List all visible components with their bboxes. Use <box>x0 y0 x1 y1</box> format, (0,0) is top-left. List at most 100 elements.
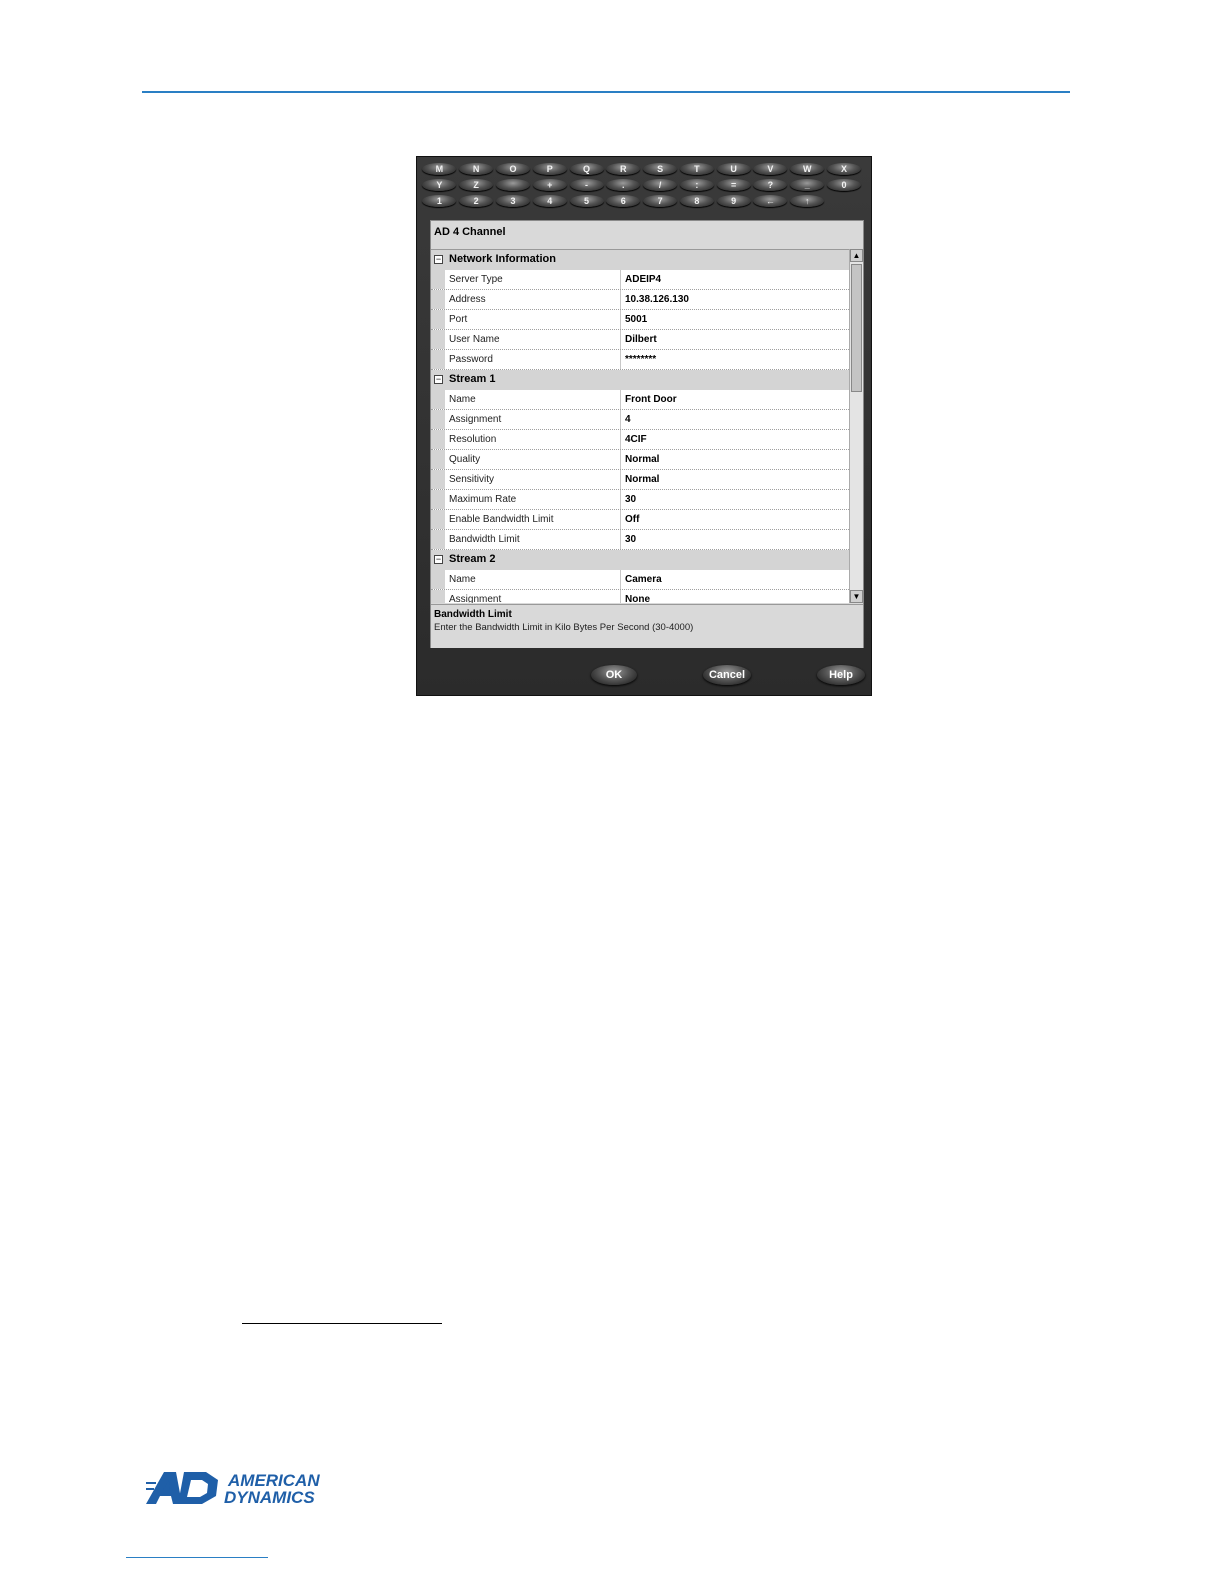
category-stream-1[interactable]: − Stream 1 <box>431 370 849 390</box>
scroll-down-icon[interactable]: ▼ <box>850 590 863 603</box>
key[interactable]: Q <box>569 163 604 175</box>
property-value[interactable]: ADEIP4 <box>621 270 849 289</box>
keyboard-row-1: M N O P Q R S T U V W X <box>421 161 869 177</box>
property-row[interactable]: Sensitivity Normal <box>431 470 849 490</box>
key[interactable]: 1 <box>422 195 457 207</box>
property-name: Address <box>445 290 621 309</box>
scroll-thumb[interactable] <box>851 264 862 392</box>
property-row[interactable]: Port 5001 <box>431 310 849 330</box>
property-row[interactable]: Name Camera <box>431 570 849 590</box>
property-value[interactable]: None <box>621 590 849 603</box>
description-title: Bandwidth Limit <box>434 609 512 620</box>
property-name: Name <box>445 390 621 409</box>
property-row[interactable]: Quality Normal <box>431 450 849 470</box>
property-row[interactable]: Bandwidth Limit 30 <box>431 530 849 550</box>
property-value[interactable]: Dilbert <box>621 330 849 349</box>
property-value[interactable]: 30 <box>621 490 849 509</box>
company-logo: AMERICAN DYNAMICS <box>146 1470 346 1507</box>
key[interactable]: R <box>606 163 641 175</box>
key[interactable]: - <box>569 179 604 191</box>
shift-key[interactable]: ↑ <box>790 195 825 207</box>
key[interactable]: _ <box>790 179 825 191</box>
row-gutter <box>431 490 445 509</box>
category-network-information[interactable]: − Network Information <box>431 250 849 270</box>
key[interactable]: X <box>826 163 861 175</box>
category-label: Stream 1 <box>449 373 496 385</box>
cancel-button[interactable]: Cancel <box>703 665 751 685</box>
key[interactable]: P <box>532 163 567 175</box>
row-gutter <box>431 390 445 409</box>
key[interactable]: . <box>606 179 641 191</box>
description-text: Enter the Bandwidth Limit in Kilo Bytes … <box>434 622 694 633</box>
key[interactable]: + <box>532 179 567 191</box>
backspace-key[interactable]: ← <box>753 195 788 207</box>
key[interactable]: N <box>459 163 494 175</box>
property-value[interactable]: Normal <box>621 450 849 469</box>
property-value[interactable]: ******** <box>621 350 849 369</box>
key[interactable]: 9 <box>716 195 751 207</box>
property-row[interactable]: Server Type ADEIP4 <box>431 270 849 290</box>
scroll-up-icon[interactable]: ▲ <box>850 249 863 262</box>
property-row[interactable]: Resolution 4CIF <box>431 430 849 450</box>
property-row[interactable]: Name Front Door <box>431 390 849 410</box>
property-row[interactable]: Enable Bandwidth Limit Off <box>431 510 849 530</box>
collapse-icon[interactable]: − <box>434 255 443 264</box>
property-name: Sensitivity <box>445 470 621 489</box>
property-row[interactable]: Assignment None <box>431 590 849 603</box>
key[interactable]: 0 <box>826 179 861 191</box>
property-row[interactable]: User Name Dilbert <box>431 330 849 350</box>
key[interactable]: 3 <box>495 195 530 207</box>
category-stream-2[interactable]: − Stream 2 <box>431 550 849 570</box>
collapse-icon[interactable]: − <box>434 375 443 384</box>
dialog-title: AD 4 Channel <box>434 226 506 238</box>
key[interactable]: ? <box>753 179 788 191</box>
key[interactable]: : <box>679 179 714 191</box>
property-name: Password <box>445 350 621 369</box>
key[interactable]: U <box>716 163 751 175</box>
help-button[interactable]: Help <box>817 665 865 685</box>
property-value[interactable]: Normal <box>621 470 849 489</box>
logo-line-2: DYNAMICS <box>224 1488 315 1506</box>
collapse-icon[interactable]: − <box>434 555 443 564</box>
key[interactable]: 6 <box>606 195 641 207</box>
key[interactable]: / <box>643 179 678 191</box>
property-value[interactable]: 4CIF <box>621 430 849 449</box>
device-dialog: M N O P Q R S T U V W X Y Z + - . / : = … <box>416 156 872 696</box>
key[interactable]: 7 <box>643 195 678 207</box>
property-name: Maximum Rate <box>445 490 621 509</box>
key[interactable]: 2 <box>459 195 494 207</box>
properties-panel: AD 4 Channel − Network Information Serve… <box>430 220 864 648</box>
property-name: Resolution <box>445 430 621 449</box>
vertical-scrollbar[interactable]: ▲ ▼ <box>849 249 863 603</box>
property-row[interactable]: Password ******** <box>431 350 849 370</box>
ok-button[interactable]: OK <box>591 665 637 685</box>
property-value[interactable]: 4 <box>621 410 849 429</box>
row-gutter <box>431 350 445 369</box>
property-row[interactable]: Assignment 4 <box>431 410 849 430</box>
key[interactable]: Y <box>422 179 457 191</box>
key[interactable]: 4 <box>532 195 567 207</box>
property-row[interactable]: Address 10.38.126.130 <box>431 290 849 310</box>
space-key[interactable] <box>495 179 530 191</box>
key[interactable]: T <box>679 163 714 175</box>
property-value[interactable]: Off <box>621 510 849 529</box>
key[interactable]: O <box>495 163 530 175</box>
key[interactable]: V <box>753 163 788 175</box>
key[interactable]: = <box>716 179 751 191</box>
property-value[interactable]: 10.38.126.130 <box>621 290 849 309</box>
property-value[interactable]: 30 <box>621 530 849 549</box>
key[interactable]: S <box>643 163 678 175</box>
key[interactable]: 8 <box>679 195 714 207</box>
property-value[interactable]: Camera <box>621 570 849 589</box>
property-value[interactable]: 5001 <box>621 310 849 329</box>
row-gutter <box>431 590 445 603</box>
american-dynamics-logo-icon: AMERICAN DYNAMICS <box>146 1471 320 1507</box>
property-name: Name <box>445 570 621 589</box>
key[interactable]: W <box>790 163 825 175</box>
property-value[interactable]: Front Door <box>621 390 849 409</box>
key[interactable]: M <box>422 163 457 175</box>
row-gutter <box>431 290 445 309</box>
property-row[interactable]: Maximum Rate 30 <box>431 490 849 510</box>
key[interactable]: 5 <box>569 195 604 207</box>
key[interactable]: Z <box>459 179 494 191</box>
